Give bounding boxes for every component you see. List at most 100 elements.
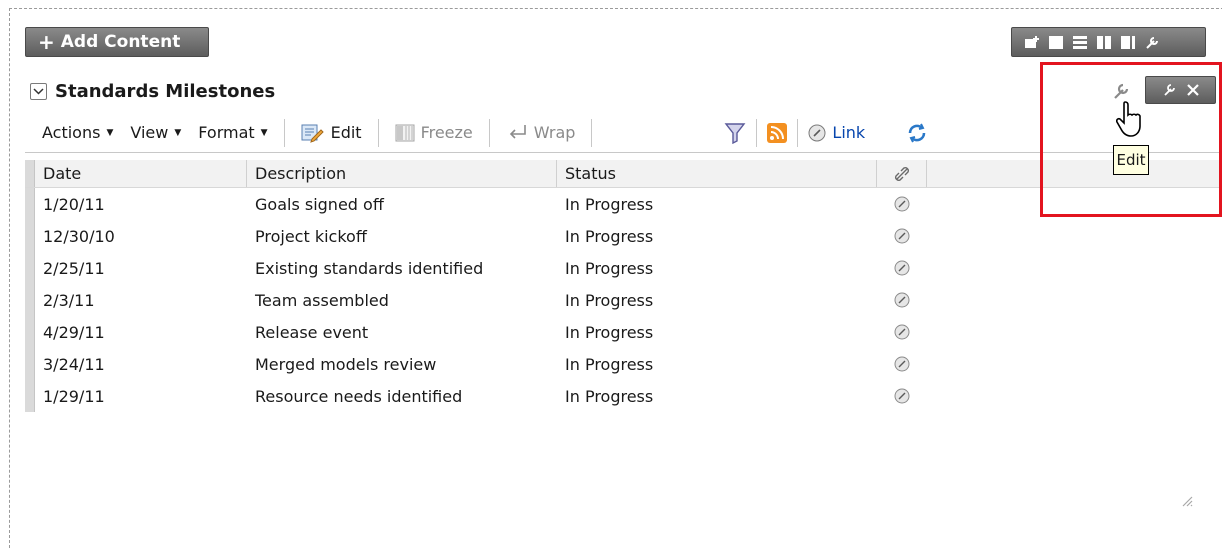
row-selector[interactable] xyxy=(25,284,35,316)
freeze-button[interactable]: Freeze xyxy=(395,123,473,142)
row-link-icon xyxy=(894,324,910,340)
link-label: Link xyxy=(832,123,866,142)
cell-date: 2/3/11 xyxy=(43,290,95,310)
edit-label: Edit xyxy=(330,123,362,142)
add-content-button[interactable]: + Add Content xyxy=(25,27,209,57)
table-row: 2/3/11 Team assembled In Progress xyxy=(25,284,1222,316)
table-row: 1/29/11 Resource needs identified In Pro… xyxy=(25,380,1222,412)
cell-date: 2/25/11 xyxy=(43,258,105,278)
row-selector[interactable] xyxy=(25,348,35,380)
view-menu-label: View xyxy=(130,123,169,142)
link-column-icon xyxy=(894,166,909,181)
column-header-status[interactable]: Status xyxy=(557,160,877,187)
toolbar-divider xyxy=(377,118,379,147)
hand-cursor-icon xyxy=(1116,101,1141,137)
cell-link[interactable] xyxy=(877,228,927,244)
row-link-icon xyxy=(894,292,910,308)
cell-status: In Progress xyxy=(565,290,654,310)
format-menu-label: Format xyxy=(198,123,255,142)
table-row: 12/30/10 Project kickoff In Progress xyxy=(25,220,1222,252)
cell-status: In Progress xyxy=(565,354,654,374)
actions-menu-label: Actions xyxy=(42,123,101,142)
table-row: 3/24/11 Merged models review In Progress xyxy=(25,348,1222,380)
cell-link[interactable] xyxy=(877,388,927,404)
cell-status: In Progress xyxy=(565,386,654,406)
actions-menu[interactable]: Actions ▼ xyxy=(42,123,113,142)
table-row: 4/29/11 Release event In Progress xyxy=(25,316,1222,348)
wrap-label: Wrap xyxy=(533,123,576,142)
columns-layout-icon[interactable] xyxy=(1096,35,1112,50)
resize-grip-icon[interactable] xyxy=(1180,494,1194,508)
toolbar-divider xyxy=(797,118,799,147)
row-selector[interactable] xyxy=(25,188,35,220)
toolbar-divider xyxy=(283,118,285,147)
format-menu[interactable]: Format ▼ xyxy=(198,123,267,142)
cell-link[interactable] xyxy=(877,356,927,372)
caret-down-icon: ▼ xyxy=(174,127,182,138)
row-selector[interactable] xyxy=(25,252,35,284)
wrench-icon[interactable] xyxy=(1144,35,1160,50)
link-button[interactable]: Link xyxy=(808,123,865,142)
cell-description: Release event xyxy=(255,322,369,342)
cell-status: In Progress xyxy=(565,258,654,278)
caret-down-icon: ▼ xyxy=(260,127,268,138)
cell-date: 3/24/11 xyxy=(43,354,105,374)
column-header-link xyxy=(877,160,927,187)
chain-link-icon xyxy=(808,124,826,141)
row-link-icon xyxy=(894,228,910,244)
rows-layout-icon[interactable] xyxy=(1072,35,1088,50)
freeze-columns-icon xyxy=(395,124,415,141)
row-link-icon xyxy=(894,196,910,212)
freeze-label: Freeze xyxy=(420,123,473,142)
cell-description: Project kickoff xyxy=(255,226,367,246)
add-content-label: Add Content xyxy=(60,32,181,52)
refresh-icon[interactable] xyxy=(905,121,929,145)
cell-description: Merged models review xyxy=(255,354,437,374)
cell-description: Team assembled xyxy=(255,290,389,310)
edit-pencil-icon xyxy=(301,124,324,143)
cell-status: In Progress xyxy=(565,322,654,342)
view-menu[interactable]: View ▼ xyxy=(130,123,181,142)
split-layout-icon[interactable] xyxy=(1120,35,1136,50)
row-link-icon xyxy=(894,356,910,372)
cell-link[interactable] xyxy=(877,292,927,308)
table-row: 2/25/11 Existing standards identified In… xyxy=(25,252,1222,284)
column-header-description[interactable]: Description xyxy=(247,160,557,187)
row-selector[interactable] xyxy=(25,220,35,252)
toolbar-divider xyxy=(591,118,593,147)
edit-button[interactable]: Edit xyxy=(301,123,362,143)
cell-date: 1/20/11 xyxy=(43,194,105,214)
toolbar-divider xyxy=(756,118,758,147)
collapse-chevron-icon[interactable] xyxy=(30,82,47,100)
region-title: Standards Milestones xyxy=(55,80,276,102)
cell-description: Resource needs identified xyxy=(255,386,463,406)
cell-description: Goals signed off xyxy=(255,194,384,214)
row-link-icon xyxy=(894,388,910,404)
cell-status: In Progress xyxy=(565,226,654,246)
add-region-icon[interactable] xyxy=(1024,35,1040,50)
cell-date: 12/30/10 xyxy=(43,226,115,246)
header-row-selector xyxy=(25,160,35,187)
cell-date: 1/29/11 xyxy=(43,386,105,406)
region-header: Standards Milestones xyxy=(30,80,275,102)
cell-description: Existing standards identified xyxy=(255,258,484,278)
row-selector[interactable] xyxy=(25,316,35,348)
rss-feed-icon[interactable] xyxy=(767,122,788,143)
cell-link[interactable] xyxy=(877,196,927,212)
row-selector[interactable] xyxy=(25,380,35,412)
wrap-arrow-icon xyxy=(509,124,526,139)
cell-status: In Progress xyxy=(565,194,654,214)
layout-toolbar xyxy=(1011,27,1206,57)
single-column-layout-icon[interactable] xyxy=(1048,35,1064,50)
cell-link[interactable] xyxy=(877,260,927,276)
edit-tooltip: Edit xyxy=(1113,145,1149,175)
toolbar-divider xyxy=(488,118,490,147)
row-link-icon xyxy=(894,260,910,276)
column-header-date[interactable]: Date xyxy=(35,160,247,187)
plus-icon: + xyxy=(38,30,55,54)
cell-date: 4/29/11 xyxy=(43,322,105,342)
caret-down-icon: ▼ xyxy=(106,127,114,138)
cell-link[interactable] xyxy=(877,324,927,340)
filter-funnel-icon[interactable] xyxy=(724,122,746,144)
wrap-button[interactable]: Wrap xyxy=(506,123,576,142)
